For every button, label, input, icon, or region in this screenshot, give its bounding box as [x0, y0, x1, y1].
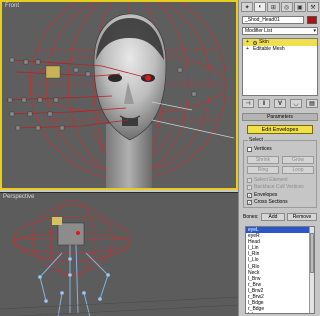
bulb-icon[interactable]: [253, 40, 257, 45]
backface-cull-label: Backface Cull Vertices: [254, 184, 304, 190]
stack-tools: ⊣ ‖ ∀ ◡ ▤: [242, 99, 318, 109]
envelopes-label: Envelopes: [254, 192, 278, 198]
stack-item-skin[interactable]: + Skin: [243, 39, 317, 46]
perspective-head: [52, 217, 85, 246]
perspective-viewport-scene: [0, 200, 238, 316]
select-element-checkbox-row[interactable]: Select Element: [247, 177, 288, 183]
bones-label: Bones:: [243, 214, 259, 220]
backface-cull-checkbox[interactable]: [247, 184, 252, 190]
bone-list-item[interactable]: l_Ins: [246, 312, 314, 313]
grow-button[interactable]: Grow: [282, 156, 314, 164]
envelopes-checkbox[interactable]: ✓: [247, 192, 252, 198]
ring-button[interactable]: Ring: [247, 166, 279, 174]
cross-sections-label: Cross Sections: [254, 199, 288, 205]
loop-button[interactable]: Loop: [282, 166, 314, 174]
cross-sections-checkbox[interactable]: ✓: [247, 199, 252, 205]
show-end-result-icon[interactable]: ‖: [258, 99, 270, 108]
head-model: [93, 13, 167, 188]
shrink-button[interactable]: Shrink: [247, 156, 279, 164]
object-name-field[interactable]: _Shod_Head01: [242, 16, 304, 24]
backface-cull-checkbox-row[interactable]: Backface Cull Vertices: [247, 184, 304, 190]
parameters-rollout-title[interactable]: Parameters: [242, 113, 318, 121]
select-group: Select Vertices Shrink Grow Ring Loop Se…: [243, 137, 317, 208]
bone-list-scroll-thumb[interactable]: [310, 233, 314, 273]
utilities-tab-icon[interactable]: ⚒: [306, 2, 320, 12]
bone-list-scrollbar[interactable]: [309, 227, 314, 313]
stack-item-label: Editable Mesh: [253, 46, 285, 52]
command-panel-tabs: ✦ ◐ ⊞ ◎ ▣ ⚒: [241, 2, 320, 12]
expand-icon[interactable]: +: [246, 39, 251, 46]
perspective-viewport[interactable]: Perspective: [0, 192, 238, 316]
modifier-list-dropdown[interactable]: Modifier List ▾: [242, 27, 318, 35]
display-tab-icon[interactable]: ▣: [293, 2, 306, 12]
front-viewport-scene: [5, 2, 235, 188]
object-color-swatch[interactable]: [307, 16, 317, 24]
pin-stack-icon[interactable]: ⊣: [242, 99, 254, 108]
stack-item-editable-mesh[interactable]: + Editable Mesh: [243, 46, 317, 53]
hierarchy-tab-icon[interactable]: ⊞: [267, 2, 280, 12]
motion-tab-icon[interactable]: ◎: [280, 2, 293, 12]
modifier-stack[interactable]: + Skin + Editable Mesh: [242, 38, 318, 96]
vertices-label: Vertices: [254, 146, 272, 152]
envelopes-checkbox-row[interactable]: ✓ Envelopes: [247, 192, 277, 198]
cross-sections-checkbox-row[interactable]: ✓ Cross Sections: [247, 199, 288, 205]
modifier-list-label: Modifier List: [245, 28, 272, 34]
add-bone-button[interactable]: Add: [261, 213, 285, 221]
edit-envelopes-button[interactable]: Edit Envelopes: [247, 125, 313, 134]
configure-sets-icon[interactable]: ▤: [306, 99, 318, 108]
select-element-checkbox[interactable]: [247, 177, 252, 183]
front-viewport[interactable]: Front: [0, 0, 238, 190]
make-unique-icon[interactable]: ∀: [274, 99, 286, 108]
select-group-label: Select: [248, 137, 264, 143]
vertices-checkbox[interactable]: [247, 146, 252, 152]
vertices-checkbox-row[interactable]: Vertices: [247, 146, 272, 152]
remove-bone-button[interactable]: Remove: [287, 213, 317, 221]
create-tab-icon[interactable]: ✦: [241, 2, 254, 12]
bone-list[interactable]: eyeL eyeR Head l_Lin l_Rin l_Llo l_Rlo Neck l_Br…: [245, 226, 315, 314]
modify-tab-icon[interactable]: ◐: [254, 2, 267, 12]
remove-modifier-icon[interactable]: ◡: [290, 99, 302, 108]
stack-item-label: Skin: [259, 39, 269, 45]
bones-row: Bones: Add Remove: [243, 212, 319, 222]
ground-grid: [0, 296, 238, 316]
command-panel: ✦ ◐ ⊞ ◎ ▣ ⚒ _Shod_Head01 Modifier List ▾…: [238, 0, 320, 316]
select-element-label: Select Element: [254, 177, 288, 183]
plus-icon[interactable]: +: [246, 46, 251, 53]
chevron-down-icon: ▾: [313, 28, 316, 34]
